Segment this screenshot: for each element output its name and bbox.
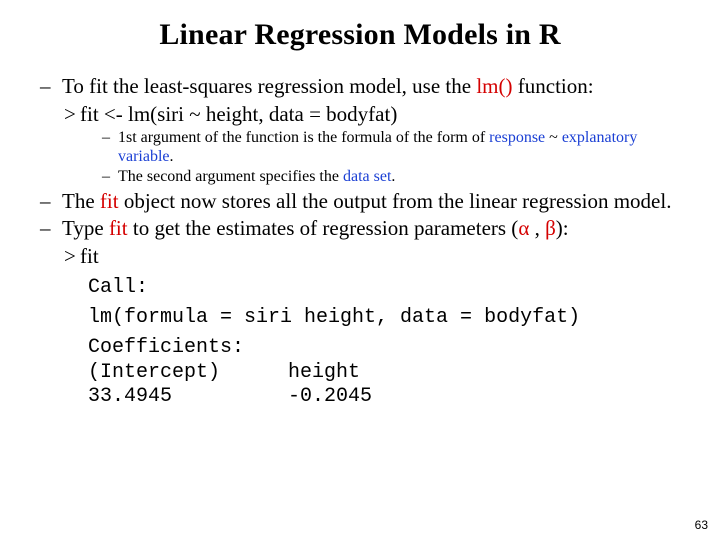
bullet-type-fit: Type fit to get the estimates of regress… bbox=[36, 216, 684, 269]
text: object now stores all the output from th… bbox=[119, 189, 672, 213]
beta-symbol: β bbox=[545, 216, 556, 240]
intercept-label: (Intercept) bbox=[88, 361, 288, 385]
text: The second argument specifies the bbox=[118, 168, 343, 185]
height-label: height bbox=[288, 361, 360, 385]
text: , bbox=[529, 216, 545, 240]
page-number: 63 bbox=[695, 518, 708, 532]
lm-function: lm() bbox=[476, 74, 512, 98]
text: to get the estimates of regression param… bbox=[128, 216, 519, 240]
output-coef-header: Coefficients: bbox=[88, 336, 684, 360]
code-text: fit <- lm(siri ~ height, data = bodyfat) bbox=[80, 102, 397, 126]
code-line-fit-assign: fit <- lm(siri ~ height, data = bodyfat)… bbox=[62, 102, 684, 187]
alpha-symbol: α bbox=[518, 216, 529, 240]
text: 1st argument of the function is the form… bbox=[118, 129, 489, 146]
intercept-value: 33.4945 bbox=[88, 385, 288, 409]
output-coef-values: 33.4945 -0.2045 bbox=[88, 385, 684, 409]
bullet-list: To fit the least-squares regression mode… bbox=[36, 74, 684, 270]
code-line-fit: fit bbox=[62, 244, 684, 270]
fit-command: fit bbox=[109, 216, 128, 240]
note-formula-arg: 1st argument of the function is the form… bbox=[102, 129, 684, 167]
text: To fit the least-squares regression mode… bbox=[62, 74, 476, 98]
fit-object: fit bbox=[100, 189, 119, 213]
bullet-fit-object: The fit object now stores all the output… bbox=[36, 189, 684, 215]
text: The bbox=[62, 189, 100, 213]
arg-notes: 1st argument of the function is the form… bbox=[102, 129, 684, 187]
output-coef-names: (Intercept) height bbox=[88, 361, 684, 385]
tilde: ~ bbox=[545, 129, 562, 146]
output-formula: lm(formula = siri height, data = bodyfat… bbox=[88, 306, 684, 330]
text: . bbox=[391, 168, 395, 185]
bullet-fit-model: To fit the least-squares regression mode… bbox=[36, 74, 684, 187]
text: Type bbox=[62, 216, 109, 240]
slide-title: Linear Regression Models in R bbox=[36, 18, 684, 52]
height-value: -0.2045 bbox=[288, 385, 372, 409]
code-text: fit bbox=[80, 244, 99, 268]
response-term: response bbox=[489, 129, 545, 146]
text: ): bbox=[556, 216, 569, 240]
output-call: Call: bbox=[88, 276, 684, 300]
dataset-term: data set bbox=[343, 168, 391, 185]
code-sublist-2: fit bbox=[62, 244, 684, 270]
text: function: bbox=[513, 74, 594, 98]
text: . bbox=[170, 148, 174, 165]
code-sublist: fit <- lm(siri ~ height, data = bodyfat)… bbox=[62, 102, 684, 187]
note-data-arg: The second argument specifies the data s… bbox=[102, 168, 684, 187]
